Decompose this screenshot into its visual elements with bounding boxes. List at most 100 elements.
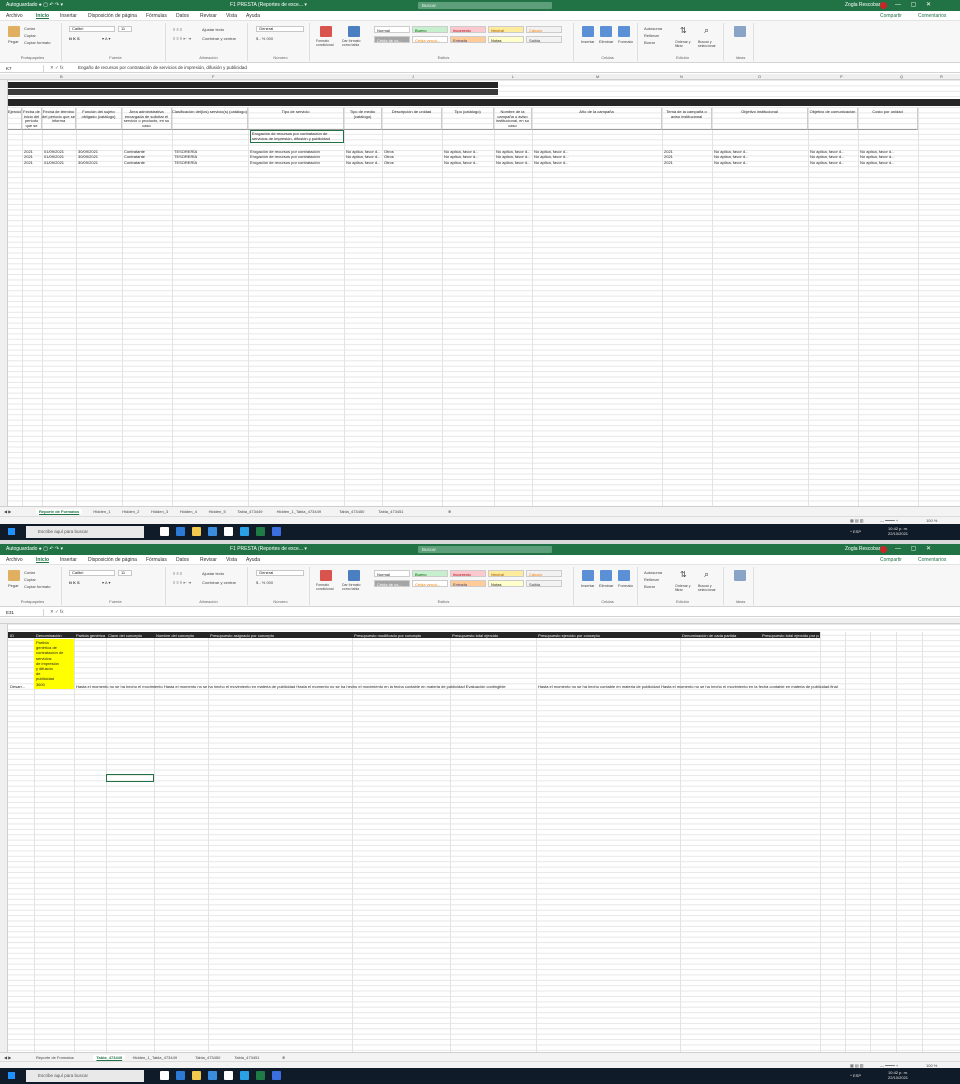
tab-datos[interactable]: Datos: [176, 13, 189, 19]
sheet-tab[interactable]: Tabla_473450: [195, 1055, 220, 1060]
column-header-cell[interactable]: Fecha de inicio del periodo que se infor…: [22, 108, 42, 130]
sheet-tab[interactable]: Reporte de Formatos: [36, 1055, 74, 1060]
column-header-cell[interactable]: Nombre de la campaña o aviso institucion…: [494, 108, 532, 130]
cell-style-7[interactable]: Celda vincul...: [412, 580, 448, 587]
tab-vista[interactable]: Vista: [226, 557, 237, 563]
share-button[interactable]: Compartir: [880, 557, 902, 563]
bold-italic-underline[interactable]: N K S: [69, 36, 80, 41]
insert-label[interactable]: Insertar: [581, 39, 595, 44]
insert-cells-icon[interactable]: [582, 26, 594, 37]
align-top-icons[interactable]: ≡ ≡ ≡: [173, 571, 182, 576]
column-header-p[interactable]: P: [840, 74, 843, 79]
cell-style-2[interactable]: Bueno: [412, 26, 448, 33]
fill-color-icon[interactable]: ▾ A ▾: [102, 36, 110, 41]
paste-icon[interactable]: [8, 570, 20, 581]
table-cell[interactable]: No aplica, favor d...: [534, 160, 661, 165]
fill-button[interactable]: Rellenar: [644, 33, 659, 38]
column-header-cell[interactable]: Fecha de término del periodo que se info…: [42, 108, 76, 130]
column-header-cell[interactable]: Tipo de servicio: [248, 108, 344, 130]
tab-revisar[interactable]: Revisar: [200, 13, 217, 19]
tab-ayuda[interactable]: Ayuda: [246, 557, 260, 563]
word-taskbar-icon[interactable]: [272, 1071, 281, 1080]
number-format-select[interactable]: General: [256, 570, 304, 576]
tab-disposicion[interactable]: Disposición de página: [88, 557, 137, 563]
column-header-cell[interactable]: Presupuesto total ejercido por partida: [762, 633, 819, 638]
clear-button[interactable]: Borrar: [644, 584, 655, 589]
column-header-cell[interactable]: Presupuesto ejercido por concepto: [538, 633, 679, 638]
table-cell[interactable]: No aplica, favor d...: [860, 160, 917, 165]
window-title[interactable]: F1 PRESTA (Reportes de exce... ▾: [230, 546, 307, 552]
conditional-format-icon[interactable]: [320, 570, 332, 581]
column-header-cell[interactable]: Área administrativa encargada de solicit…: [122, 108, 172, 130]
column-header-cell[interactable]: Presupuesto asignado por concepto: [210, 633, 351, 638]
table-cell[interactable]: Otros: [384, 160, 441, 165]
sheet-tab[interactable]: Reporte de Formatos: [36, 509, 83, 514]
tab-insertar[interactable]: Insertar: [60, 557, 77, 563]
sort-filter-icon[interactable]: ⇅: [680, 26, 687, 35]
table-cell[interactable]: 30/09/2021: [78, 149, 121, 154]
copy-button[interactable]: Copiar: [24, 33, 36, 38]
file-explorer-icon[interactable]: [192, 527, 201, 536]
column-header-cell[interactable]: Descripción de unidad: [382, 108, 442, 130]
cell-style-9[interactable]: Notas: [488, 36, 524, 43]
cell-style-4[interactable]: Neutral: [488, 26, 524, 33]
cell-style-5[interactable]: Cálculo: [526, 570, 562, 577]
ideas-icon[interactable]: [734, 570, 746, 581]
cortana-icon[interactable]: [160, 1071, 169, 1080]
tab-formulas[interactable]: Fórmulas: [146, 557, 167, 563]
selected-cell[interactable]: [106, 774, 154, 782]
column-header-l[interactable]: L: [512, 74, 514, 79]
sort-filter-label[interactable]: Ordenar y filtrar: [675, 584, 695, 592]
quick-access-toolbar[interactable]: Autoguardado ● ▢ ↶ ↷ ▾: [6, 2, 63, 8]
fx-icon[interactable]: ✕ ✓ fx: [50, 65, 64, 71]
table-cell[interactable]: No aplica, favor d...: [534, 154, 661, 159]
table-cell[interactable]: Contratante: [124, 149, 171, 154]
search-box[interactable]: Buscar: [418, 546, 552, 553]
cell-style-6[interactable]: Celda de co...: [374, 36, 410, 43]
table-cell[interactable]: TESORERÍA: [174, 160, 247, 165]
cell-style-9[interactable]: Notas: [488, 580, 524, 587]
task-view-icon[interactable]: [176, 527, 185, 536]
format-painter-button[interactable]: Copiar formato: [24, 584, 50, 589]
column-header-cell[interactable]: Objetivo de comunicación: [808, 108, 858, 130]
table-cell[interactable]: No aplica, favor d...: [810, 160, 857, 165]
add-sheet-button[interactable]: ⊕: [448, 509, 451, 514]
column-header-cell[interactable]: Nombre del concepto: [156, 633, 207, 638]
table-cell[interactable]: 2021: [664, 154, 711, 159]
cut-button[interactable]: Cortar: [24, 26, 35, 31]
number-format-select[interactable]: General: [256, 26, 304, 32]
sheet-tab[interactable]: Tabla_473451: [378, 509, 403, 514]
sheet-tab[interactable]: Hidden_3: [151, 509, 168, 514]
align-icons[interactable]: ≡ ≡ ≡ ⇤ ⇥: [173, 580, 191, 585]
sheet-tab[interactable]: Tabla_473451: [234, 1055, 259, 1060]
format-as-table-icon[interactable]: [348, 570, 360, 581]
table-cell[interactable]: No aplica, favor d...: [496, 160, 531, 165]
column-header-cell[interactable]: Presupuesto total ejercido: [452, 633, 535, 638]
table-cell[interactable]: No aplica, favor d...: [496, 154, 531, 159]
column-header-cell[interactable]: Objetivo institucional: [712, 108, 808, 130]
windows-start-icon[interactable]: [8, 528, 15, 535]
format-as-table-icon[interactable]: [348, 26, 360, 37]
sort-filter-icon[interactable]: ⇅: [680, 570, 687, 579]
table-cell[interactable]: No aplica, favor d...: [810, 149, 857, 154]
tab-revisar[interactable]: Revisar: [200, 557, 217, 563]
word-taskbar-icon[interactable]: [272, 527, 281, 536]
align-top-icons[interactable]: ≡ ≡ ≡: [173, 27, 182, 32]
font-size-select[interactable]: 11: [118, 570, 132, 576]
tray-icons[interactable]: ^ ESP: [850, 529, 861, 534]
taskbar-search[interactable]: Escribe aquí para buscar: [26, 1070, 144, 1082]
table-cell[interactable]: No aplica, favor d...: [860, 149, 917, 154]
sheet-tab[interactable]: Hidden_5: [209, 509, 226, 514]
system-tray[interactable]: 10:42 p. m. 22/10/2021: [888, 1070, 908, 1080]
tray-icons[interactable]: ^ ESP: [850, 1073, 861, 1078]
format-as-table-label[interactable]: Dar formato como tabla: [342, 583, 368, 591]
table-cell[interactable]: No aplica, favor d...: [346, 160, 381, 165]
row-headers[interactable]: [0, 624, 8, 1052]
column-header-cell[interactable]: Presupuesto modificado por concepto: [354, 633, 449, 638]
table-cell[interactable]: No aplica, favor d...: [444, 154, 493, 159]
windows-start-icon[interactable]: [8, 1072, 15, 1079]
tab-disposicion[interactable]: Disposición de página: [88, 13, 137, 19]
column-header-m[interactable]: M: [596, 74, 599, 79]
fx-icon[interactable]: ✕ ✓ fx: [50, 609, 64, 615]
table-cell[interactable]: Otros: [384, 149, 441, 154]
